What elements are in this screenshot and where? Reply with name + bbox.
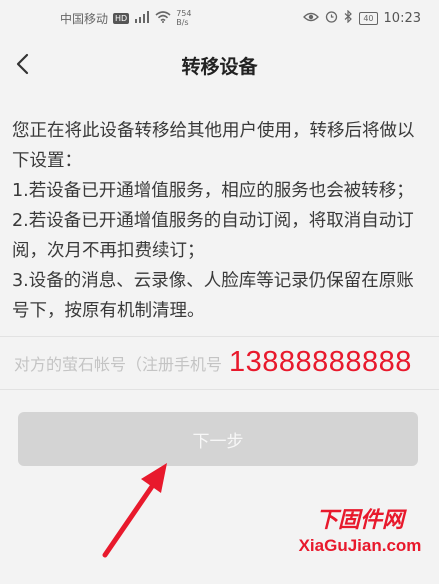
phone-number-annotation: 13888888888 — [229, 346, 412, 378]
network-speed: 754 B/s — [176, 9, 191, 27]
navigation-bar: 转移设备 — [0, 36, 439, 94]
bluetooth-icon — [344, 9, 353, 26]
battery-icon: 40 — [359, 11, 378, 25]
carrier-label: 中国移动 — [60, 11, 109, 26]
eye-icon — [303, 11, 320, 26]
speed-unit: B/s — [176, 18, 189, 27]
cellular-signal-icon — [134, 10, 150, 26]
hd-icon: HD — [113, 12, 130, 24]
chevron-left-icon[interactable] — [10, 50, 38, 78]
next-step-button[interactable]: 下一步 — [18, 412, 418, 466]
transfer-notice: 您正在将此设备转移给其他用户使用，转移后将做以下设置： 1.若设备已开通增值服务… — [12, 116, 426, 326]
alarm-icon — [325, 10, 338, 26]
speed-value: 754 — [176, 9, 192, 18]
watermark-en: XiaGuJian.com — [298, 536, 422, 555]
back-button[interactable] — [10, 50, 38, 78]
notice-item-1: 1.若设备已开通增值服务，相应的服务也会被转移； — [12, 181, 414, 201]
watermark-cn: 下固件网 — [315, 507, 404, 533]
status-bar: 中国移动 HD 754 B/s 40 10:23 — [0, 0, 439, 36]
page-title: 转移设备 — [181, 55, 258, 78]
site-watermark: 下固件网 XiaGuJian.com — [290, 506, 430, 576]
status-right: 40 10:23 — [303, 9, 421, 26]
wifi-icon — [155, 10, 171, 26]
status-left: 中国移动 HD 754 B/s — [60, 9, 191, 27]
notice-item-3: 3.设备的消息、云录像、人脸库等记录仍保留在原账号下，按原有机制清理。 — [12, 271, 414, 321]
notice-item-2: 2.若设备已开通增值服务的自动订阅，将取消自动订阅，次月不再扣费续订； — [12, 211, 414, 261]
clock: 10:23 — [383, 10, 421, 26]
pointer-arrow-icon — [102, 463, 167, 558]
signal-bars-icon — [135, 10, 150, 23]
notice-intro: 您正在将此设备转移给其他用户使用，转移后将做以下设置： — [12, 121, 415, 171]
